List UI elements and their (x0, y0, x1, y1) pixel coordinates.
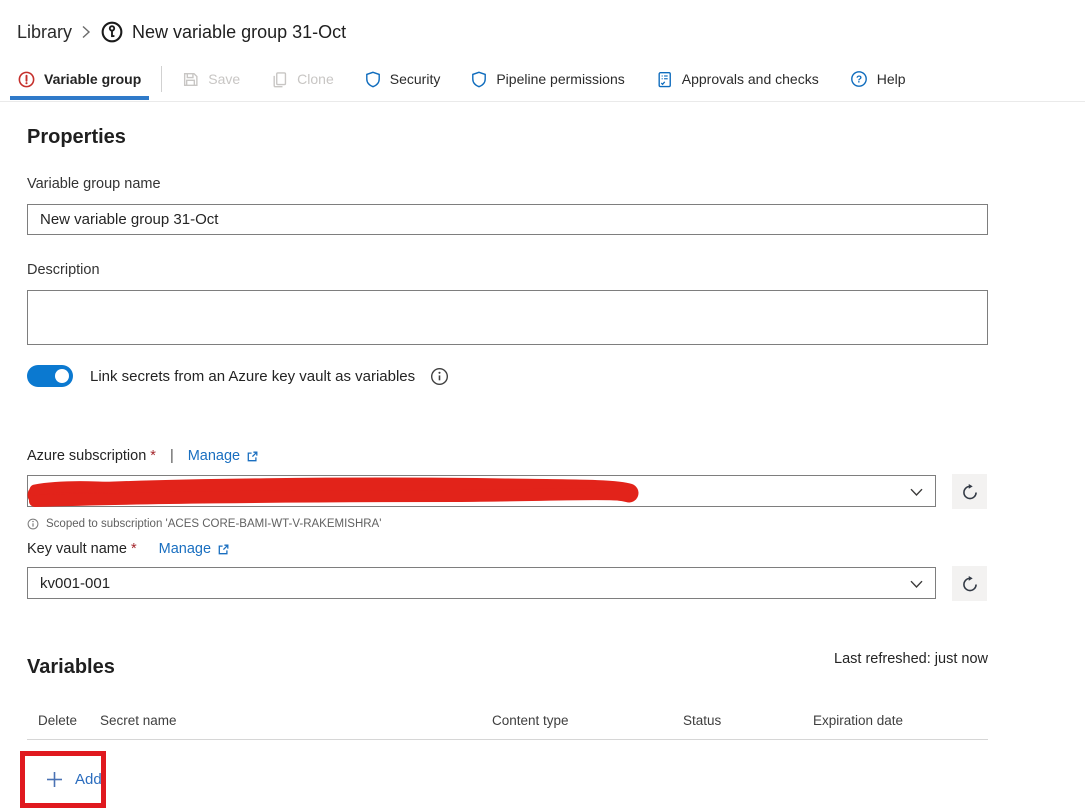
column-header-status: Status (683, 713, 722, 728)
svg-text:?: ? (856, 75, 862, 86)
help-icon: ? (850, 70, 868, 88)
refresh-key-vault-button[interactable] (952, 566, 987, 601)
security-label: Security (389, 71, 441, 87)
required-asterisk: * (130, 541, 137, 557)
azure-subscription-label: Azure subscription (27, 448, 147, 464)
help-label: Help (876, 71, 906, 87)
command-bar: Variable group Save Clone Security Pipel… (10, 60, 937, 100)
properties-heading: Properties (27, 126, 126, 148)
shield-icon (471, 71, 487, 88)
active-tab-underline (10, 96, 150, 100)
plus-icon (45, 770, 64, 789)
clone-icon (271, 71, 288, 88)
info-icon[interactable] (430, 367, 449, 386)
breadcrumb: Library New variable group 31-Oct (17, 18, 346, 46)
scoped-subscription-note: Scoped to subscription 'ACES CORE-BAMI-W… (27, 518, 381, 530)
save-button[interactable]: Save (182, 71, 240, 88)
toolbar-bottom-rule (0, 101, 1085, 102)
clone-label: Clone (297, 71, 334, 87)
refresh-subscription-button[interactable] (952, 474, 987, 509)
description-input[interactable] (27, 290, 988, 345)
pipeline-permissions-button[interactable]: Pipeline permissions (471, 71, 625, 88)
column-header-content-type: Content type (492, 713, 569, 728)
security-button[interactable]: Security (365, 71, 441, 88)
required-asterisk: * (150, 448, 156, 464)
toggle-knob (55, 369, 69, 383)
manage-subscription-label: Manage (187, 448, 241, 464)
refresh-icon (961, 575, 979, 593)
azure-subscription-label-row: Azure subscription * | Manage (27, 448, 259, 464)
description-label: Description (27, 262, 100, 278)
variable-group-page: Library New variable group 31-Oct Variab… (0, 0, 1085, 811)
variable-group-name-label: Variable group name (27, 176, 161, 192)
key-vault-value: kv001-001 (40, 574, 111, 592)
label-separator: | (169, 448, 174, 464)
last-refreshed-text: Last refreshed: just now (834, 651, 988, 667)
clone-button[interactable]: Clone (271, 71, 334, 88)
link-secrets-toggle[interactable] (27, 365, 73, 387)
tab-variable-group[interactable]: Variable group (10, 60, 150, 100)
chevron-down-icon (910, 580, 923, 589)
refresh-icon (961, 483, 979, 501)
save-icon (182, 71, 199, 88)
approvals-and-checks-label: Approvals and checks (681, 71, 819, 87)
shield-icon (365, 71, 381, 88)
manage-subscription-link[interactable]: Manage (188, 448, 259, 464)
column-header-secret-name: Secret name (100, 713, 177, 728)
key-vault-label-row: Key vault name * Manage (27, 541, 230, 557)
toolbar-divider (161, 66, 163, 92)
manage-key-vault-label: Manage (158, 541, 212, 557)
column-header-delete: Delete (38, 713, 78, 728)
scoped-note-text: Scoped to subscription 'ACES CORE-BAMI-W… (46, 518, 382, 530)
key-vault-dropdown[interactable]: kv001-001 (27, 567, 936, 599)
info-icon (27, 518, 39, 530)
table-header-rule (27, 739, 988, 740)
variable-group-icon (101, 21, 123, 43)
manage-key-vault-link[interactable]: Manage (159, 541, 230, 557)
breadcrumb-library-link[interactable]: Library (17, 22, 72, 43)
page-title: New variable group 31-Oct (132, 21, 347, 42)
tab-label: Variable group (44, 71, 142, 87)
link-secrets-label: Link secrets from an Azure key vault as … (90, 367, 416, 385)
save-label: Save (208, 71, 241, 87)
azure-subscription-dropdown[interactable] (27, 475, 936, 507)
add-variable-button[interactable]: Add (45, 770, 102, 789)
breadcrumb-chevron-icon (81, 25, 92, 39)
checklist-icon (656, 71, 673, 88)
link-secrets-row: Link secrets from an Azure key vault as … (27, 365, 449, 387)
variable-group-name-input[interactable] (27, 204, 988, 235)
external-link-icon (246, 450, 259, 463)
pipeline-permissions-label: Pipeline permissions (496, 71, 625, 87)
chevron-down-icon (910, 488, 923, 497)
error-icon (18, 71, 35, 88)
column-header-expiration-date: Expiration date (813, 713, 904, 728)
external-link-icon (217, 543, 230, 556)
approvals-and-checks-button[interactable]: Approvals and checks (656, 71, 819, 88)
add-button-label: Add (75, 771, 102, 788)
help-button[interactable]: ? Help (850, 70, 906, 88)
key-vault-label: Key vault name (27, 541, 127, 557)
variables-table-header: Delete Secret name Content type Status E… (27, 713, 988, 728)
